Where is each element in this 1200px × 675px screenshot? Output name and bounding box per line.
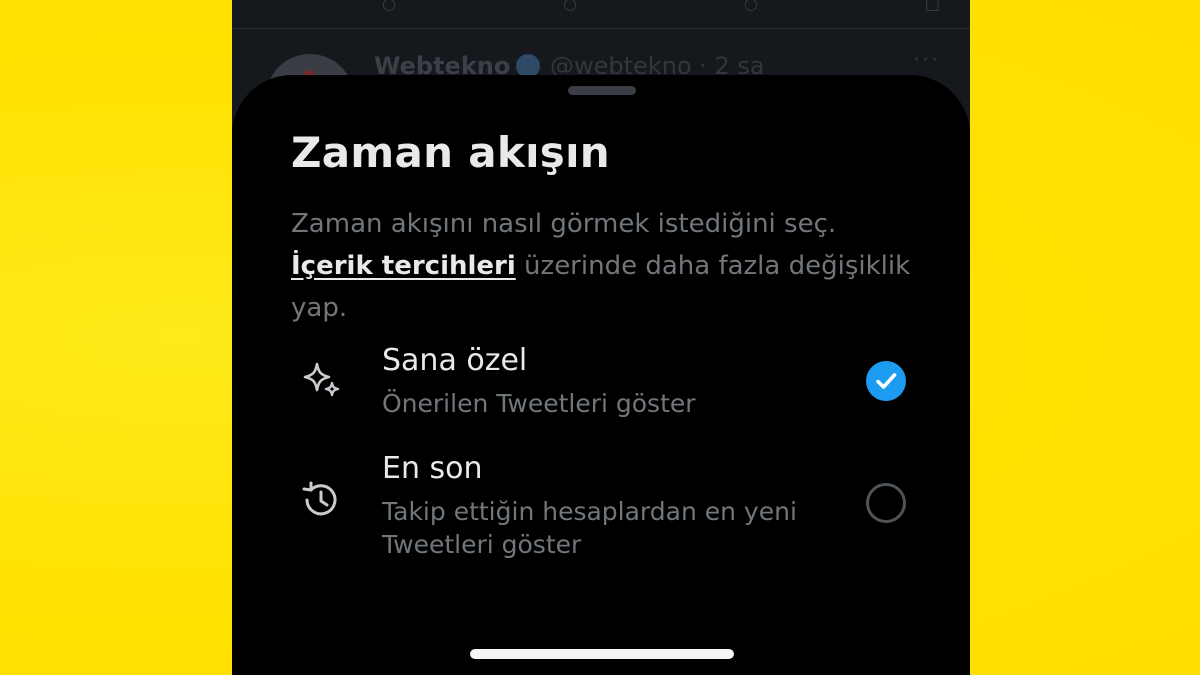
option-subtitle: Takip ettiğin hesaplardan en yeni Tweetl… <box>382 497 797 559</box>
checkmark-icon <box>876 373 897 389</box>
option-title: Sana özel <box>382 343 528 378</box>
radio-unselected[interactable] <box>866 483 906 523</box>
radio-selected[interactable] <box>866 361 906 401</box>
history-icon <box>302 481 337 516</box>
reply-icon[interactable]: ○ <box>382 0 396 13</box>
timeline-bottom-sheet: Zaman akışın Zaman akışını nasıl görmek … <box>232 75 970 675</box>
feed-action-icons: ○ ○ ○ □ <box>382 0 940 13</box>
sparkle-icon <box>303 362 340 397</box>
feed-action-bar: ○ ○ ○ □ <box>232 0 970 29</box>
share-icon[interactable]: □ <box>925 0 940 13</box>
content-preferences-link[interactable]: İçerik tercihleri <box>291 251 516 281</box>
sheet-grabber-handle[interactable] <box>568 86 636 95</box>
option-title: En son <box>382 451 483 486</box>
sheet-description: Zaman akışını nasıl görmek istediğini se… <box>291 203 911 329</box>
home-indicator[interactable] <box>470 649 734 659</box>
like-icon[interactable]: ○ <box>744 0 758 13</box>
retweet-icon[interactable]: ○ <box>563 0 577 13</box>
sheet-title: Zaman akışın <box>291 128 610 177</box>
more-options-icon[interactable]: ··· <box>913 48 940 73</box>
phone-screen: ○ ○ ○ □ Webtekno @webtekno · 2 sa ··· Za… <box>232 0 970 675</box>
option-for-you[interactable]: Sana özel Önerilen Tweetleri göster <box>232 337 970 427</box>
option-latest[interactable]: En son Takip ettiğin hesaplardan en yeni… <box>232 445 970 559</box>
option-subtitle: Önerilen Tweetleri göster <box>382 389 696 418</box>
description-text: Zaman akışını nasıl görmek istediğini se… <box>291 209 837 239</box>
